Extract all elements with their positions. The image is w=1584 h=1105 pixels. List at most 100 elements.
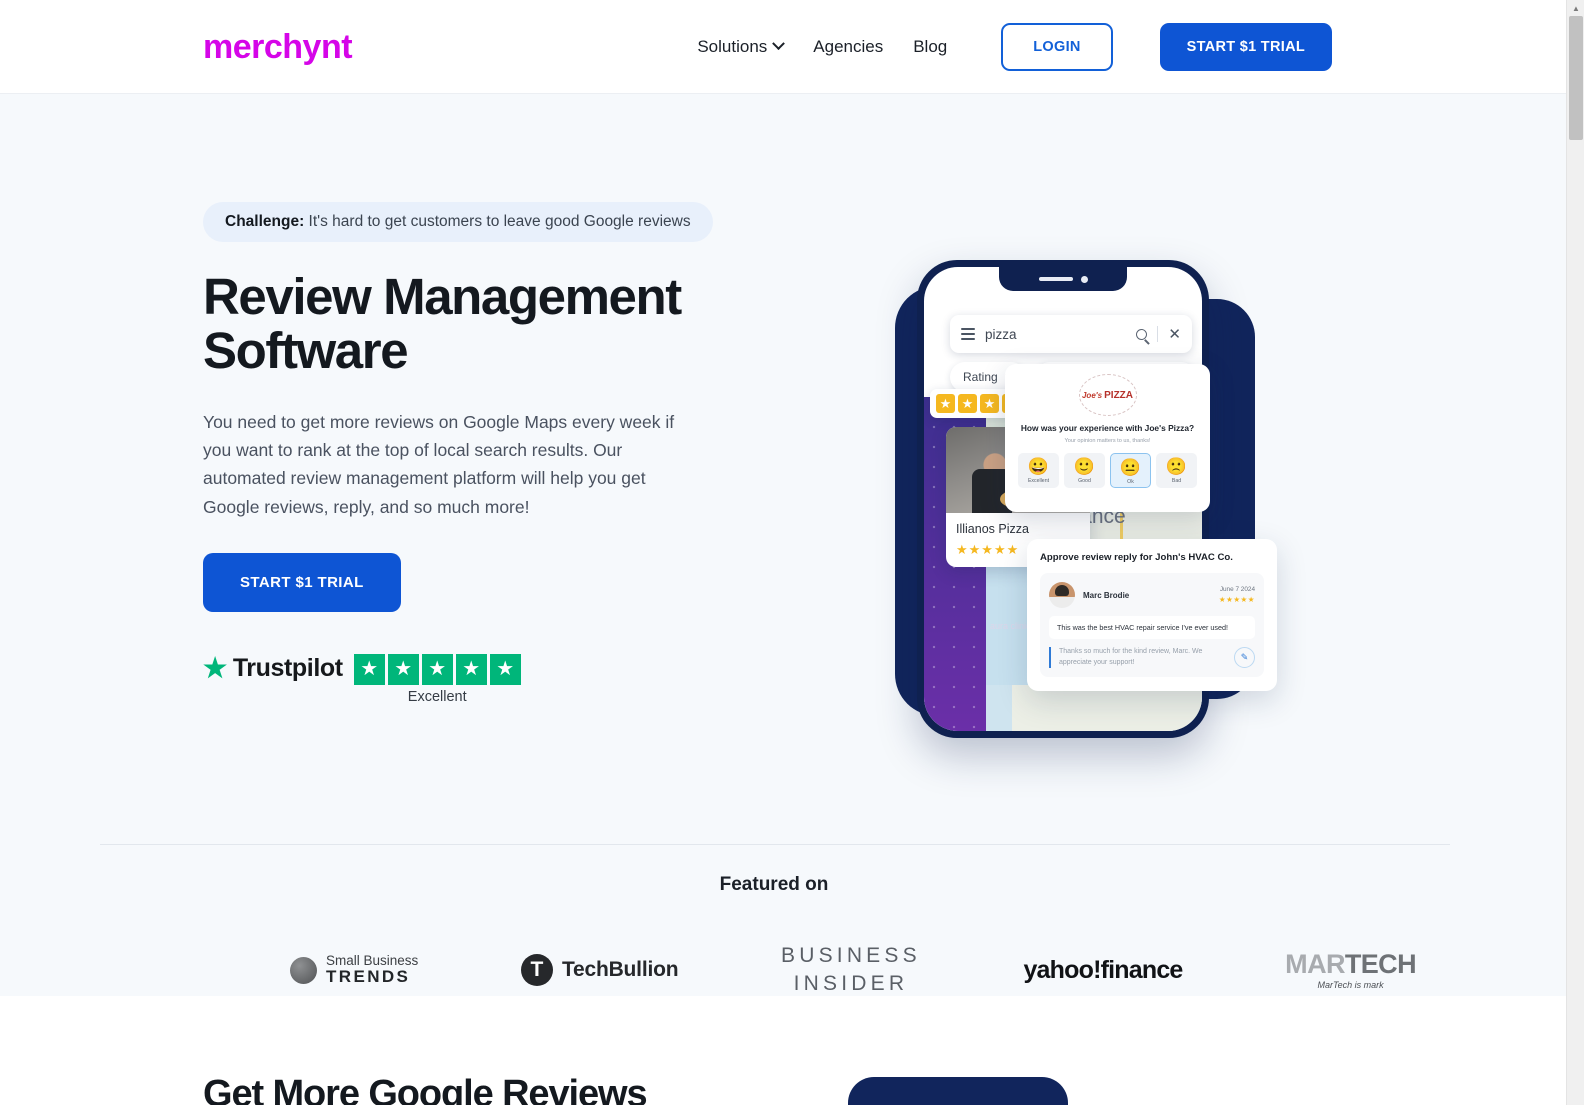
survey-option-good[interactable]: 🙂 Good [1064, 453, 1105, 489]
logo-small-business-trends: Small Business TRENDS [290, 953, 419, 987]
login-button[interactable]: LOGIN [1001, 22, 1113, 71]
filter-chip-rating-label: Rating [963, 370, 998, 384]
techbullion-text: TechBullion [561, 958, 679, 982]
star-icon: ★ [980, 394, 999, 413]
survey-option-ok[interactable]: 😐 Ok [1110, 453, 1151, 489]
search-input[interactable]: pizza [985, 327, 1126, 342]
reply-text: Thanks so much for the kind review, Marc… [1049, 647, 1226, 668]
star-icon: ★ [958, 394, 977, 413]
challenge-badge-text: It's hard to get customers to leave good… [304, 213, 691, 230]
reply-row: Thanks so much for the kind review, Marc… [1049, 647, 1255, 668]
challenge-badge: Challenge: It's hard to get customers to… [203, 202, 713, 242]
survey-option-label: Bad [1171, 478, 1182, 485]
scrollbar-thumb[interactable] [1569, 16, 1583, 140]
hamburger-menu-icon[interactable] [961, 328, 975, 340]
next-section: Get More Google Reviews [0, 1005, 1548, 1105]
trustpilot-widget[interactable]: ★ Trustpilot ★ ★ ★ ★ ★ Excellent [203, 652, 760, 705]
nav-item-agencies[interactable]: Agencies [813, 37, 883, 57]
martech-text: MARTECH [1285, 948, 1417, 979]
page-title: Review Management Software [203, 267, 682, 379]
main-nav: Solutions Agencies Blog LOGIN START $1 T… [697, 22, 1566, 71]
martech-tagline: MarTech is mark [1317, 979, 1384, 990]
camera-dot-decor [1080, 275, 1088, 283]
survey-option-label: Good [1078, 478, 1091, 485]
site-header: merchynt Solutions Agencies Blog LOGIN S… [0, 0, 1566, 94]
logo-line-2: INSIDER [793, 972, 909, 996]
featured-logos: Small Business TRENDS T TechBullion BUSI… [290, 942, 1417, 996]
survey-option-label: Ok [1127, 479, 1134, 486]
trustpilot-rating: ★ ★ ★ ★ ★ Excellent [353, 653, 521, 705]
browser-viewport: merchynt Solutions Agencies Blog LOGIN S… [0, 0, 1584, 1105]
small-business-trends-mark-icon [290, 956, 317, 984]
hero-illustration: 105 405 Inglewood Torrance Huntington Be… [855, 244, 1325, 754]
survey-option-bad[interactable]: 🙁 Bad [1156, 453, 1197, 489]
speaker-bar-decor [1038, 277, 1073, 281]
martech-text-light: MAR [1285, 948, 1345, 979]
martech-text-dark: TECH [1344, 948, 1417, 979]
reviewer-name: Marc Brodie [1083, 590, 1130, 600]
featured-on-heading: Featured on [719, 874, 829, 895]
joes-pizza-logo: Joe's PIZZA [1078, 374, 1137, 416]
smiley-excellent-icon: 😀 [1027, 457, 1050, 477]
approve-reply-card: Approve review reply for John's HVAC Co.… [1027, 539, 1277, 691]
map-label-aura-clinic: aura clinic [990, 621, 1031, 631]
nav-label-solutions: Solutions [697, 36, 768, 56]
trustpilot-star-icon: ★ [203, 652, 227, 683]
star-icon: ★ [936, 394, 955, 413]
smiley-good-icon: 🙂 [1073, 457, 1096, 477]
review-star-rating: ★★★★★ [1218, 595, 1255, 604]
star-icon: ★ [455, 653, 487, 685]
start-trial-button-hero[interactable]: START $1 TRIAL [203, 552, 401, 612]
trustpilot-rating-label: Excellent [407, 688, 467, 705]
map-search-bar[interactable]: pizza ✕ [950, 315, 1192, 353]
section-divider [100, 844, 1450, 845]
avatar [1049, 582, 1075, 608]
star-icon: ★ [421, 653, 453, 685]
survey-question: How was your experience with Joe's Pizza… [1020, 423, 1195, 433]
phone-notch [999, 267, 1127, 291]
challenge-badge-prefix: Challenge: [225, 213, 305, 230]
joes-pizza-logo-word: PIZZA [1104, 389, 1134, 401]
logo-yahoo-finance: yahoo!finance [1023, 955, 1183, 984]
scroll-up-arrow-icon[interactable]: ▲ [1570, 2, 1582, 14]
page-scrollbar[interactable]: ▲ [1566, 0, 1584, 1105]
nav-item-blog[interactable]: Blog [913, 37, 947, 57]
logo-line-1: Small Business [326, 953, 419, 969]
hero-section: Challenge: It's hard to get customers to… [0, 94, 1566, 996]
divider-decor [1157, 326, 1159, 342]
small-business-trends-text: Small Business TRENDS [326, 953, 419, 987]
page-content: merchynt Solutions Agencies Blog LOGIN S… [0, 0, 1566, 1105]
start-trial-button-header[interactable]: START $1 TRIAL [1159, 22, 1332, 71]
survey-options: 😀 Excellent 🙂 Good 😐 Ok 🙁 Bad [1014, 453, 1201, 489]
search-icon[interactable] [1136, 328, 1148, 340]
review-header: Marc Brodie June 7 2024 ★★★★★ [1049, 582, 1255, 608]
survey-option-label: Excellent [1027, 478, 1050, 485]
business-name: Illianos Pizza [956, 522, 1029, 536]
star-icon: ★ [387, 653, 419, 685]
smiley-bad-icon: 🙁 [1165, 457, 1188, 477]
nav-item-solutions[interactable]: Solutions [697, 36, 786, 57]
close-icon[interactable]: ✕ [1168, 327, 1181, 342]
smiley-ok-icon: 😐 [1119, 458, 1142, 478]
techbullion-mark-icon: T [520, 954, 553, 987]
logo-techbullion: T TechBullion [520, 954, 679, 987]
edit-icon[interactable]: ✎ [1234, 647, 1255, 668]
logo-business-insider: BUSINESS INSIDER [781, 942, 921, 996]
next-section-heading: Get More Google Reviews [203, 1073, 648, 1105]
survey-option-excellent[interactable]: 😀 Excellent [1018, 453, 1059, 489]
review-meta: June 7 2024 ★★★★★ [1219, 586, 1255, 604]
star-rating-icons: ★★★★★ [956, 542, 1020, 557]
survey-card: Joe's PIZZA How was your experience with… [1005, 364, 1210, 512]
joes-pizza-logo-script: Joe's [1081, 390, 1103, 400]
review-date: June 7 2024 [1219, 586, 1255, 593]
trustpilot-stars: ★ ★ ★ ★ ★ [353, 653, 521, 685]
merchynt-logo[interactable]: merchynt [203, 30, 353, 64]
hero-paragraph: You need to get more reviews on Google M… [203, 411, 675, 517]
logo-martech: MARTECH MarTech is mark [1285, 948, 1417, 990]
chevron-down-icon [772, 37, 786, 51]
star-icon: ★ [489, 653, 521, 685]
trustpilot-label: Trustpilot [232, 653, 343, 682]
survey-subtitle: Your opinion matters to us, thanks! [1064, 438, 1151, 445]
logo-line-2: TRENDS [326, 967, 411, 987]
approve-card-title: Approve review reply for John's HVAC Co. [1040, 552, 1233, 563]
